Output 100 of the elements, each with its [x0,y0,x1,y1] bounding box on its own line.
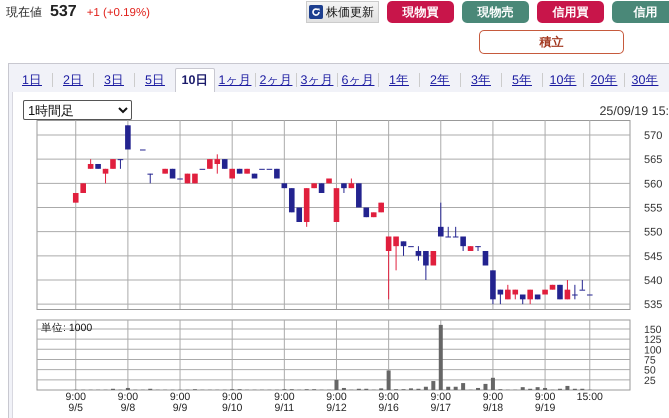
axis-tick-label: 9:00 9/9 [170,391,190,413]
volume-bar [565,386,570,390]
period-tab[interactable]: 3年 [461,68,501,92]
axis-tick-label: 9:00 9/10 [222,391,242,413]
period-tab[interactable]: 3ヶ月 [297,68,337,92]
volume-bar [438,324,443,390]
candlestick [102,168,108,184]
axis-tick-label: 9:00 9/5 [66,391,86,413]
period-tab[interactable]: 10年 [543,68,583,92]
volume-bar [520,387,525,390]
candlestick [490,270,496,305]
volume-bar [476,388,480,390]
candlestick [244,168,250,174]
volume-bar [126,388,130,390]
axis-tick-label: 9:00 9/19 [534,391,556,413]
period-tab[interactable]: 2日 [53,68,93,92]
period-tab[interactable]: 20年 [584,68,624,92]
candlestick [550,284,556,290]
period-tab[interactable]: 30年 [625,68,665,92]
axis-tick-label: 540 [644,275,662,287]
candlestick [572,284,578,300]
candlestick [140,148,146,150]
candlestick [400,240,406,256]
refresh-icon [309,5,323,19]
volume-bar [483,384,488,390]
candlestick [184,173,190,184]
period-tab[interactable]: 5年 [502,68,542,92]
volume-bar [461,383,466,390]
axis-tick-label: 9:00 9/8 [118,391,138,413]
candlestick [430,250,436,266]
axis-tick-label: 9:00 9/17 [430,391,451,413]
period-tab[interactable]: 3日 [94,68,134,92]
candlestick [177,178,183,180]
candlestick [482,250,488,266]
buy-button[interactable]: 現物買 [387,1,454,23]
timestamp: 25/09/19 15: [599,104,669,118]
candlestick [274,168,280,179]
candlestick [386,236,392,300]
interval-select[interactable]: 1時間足 [23,100,132,120]
candlestick [162,168,168,174]
accumulate-button[interactable]: 積立 [479,30,624,54]
volume-bar [424,386,428,390]
axis-tick-label: 75 [644,354,656,366]
volume-bar [334,380,338,390]
period-tab[interactable]: 2年 [420,68,460,92]
candlestick [341,182,347,194]
volume-bar [543,388,548,390]
axis-tick-label: 9:00 9/18 [482,391,504,413]
axis-tick-label: 150 [644,324,662,336]
candlestick [468,246,474,252]
candlestick [460,236,466,252]
candlestick [393,236,399,271]
buy-button[interactable]: 信用買 [537,1,604,23]
volume-bar [431,381,436,390]
candlestick [147,173,154,184]
volume-bar [446,386,450,390]
axis-tick-label: 25 [644,374,656,387]
candlestick [200,168,206,170]
period-tab[interactable]: 1年 [379,68,419,92]
axis-tick-label: 50 [644,364,656,377]
candlestick [125,124,131,150]
period-tab[interactable]: 1日 [12,68,52,92]
axis-tick-label: 555 [644,202,662,214]
candlestick [192,173,198,184]
axis-tick-label: 9:00 9/12 [326,391,347,413]
volume-bar [454,386,458,390]
candlestick [326,178,332,184]
candlestick [542,289,548,295]
period-tab[interactable]: 10日 [175,68,215,92]
axis-tick-label: 9:00 9/16 [378,391,399,413]
candlestick [236,168,242,174]
candlestick [348,178,354,189]
current-price-label: 現在値 [6,4,42,21]
axis-tick-label: 100 [644,344,662,356]
refresh-price-button[interactable]: 株価更新 [306,1,379,23]
current-price: 537 [50,3,77,21]
period-tab[interactable]: 1ヶ月 [215,68,255,92]
axis-tick-label: 550 [644,226,662,239]
axis-tick-label: 565 [644,154,662,166]
volume-bar [342,388,346,390]
candlestick [475,246,481,252]
axis-tick-label: 15:00 [576,391,603,403]
sell-button[interactable]: 信用 [612,1,669,23]
period-tab[interactable]: 2ヶ月 [256,68,296,92]
period-tab[interactable]: 5日 [135,68,175,92]
candlestick [586,294,593,296]
axis-tick-label: 535 [644,299,662,312]
candlestick [534,294,540,300]
candlestick [408,246,414,248]
volume-bar [536,387,540,390]
candlestick [88,158,94,170]
period-tab[interactable]: 6ヶ月 [338,68,378,92]
candlestick [118,158,124,170]
sell-button[interactable]: 現物売 [462,1,529,23]
price-change: +1 (+0.19%) [86,7,150,19]
candlestick [498,289,504,305]
candlestick [423,250,429,280]
axis-tick-label: 545 [644,250,662,263]
candlestick [95,163,101,170]
candlestick [110,158,116,170]
